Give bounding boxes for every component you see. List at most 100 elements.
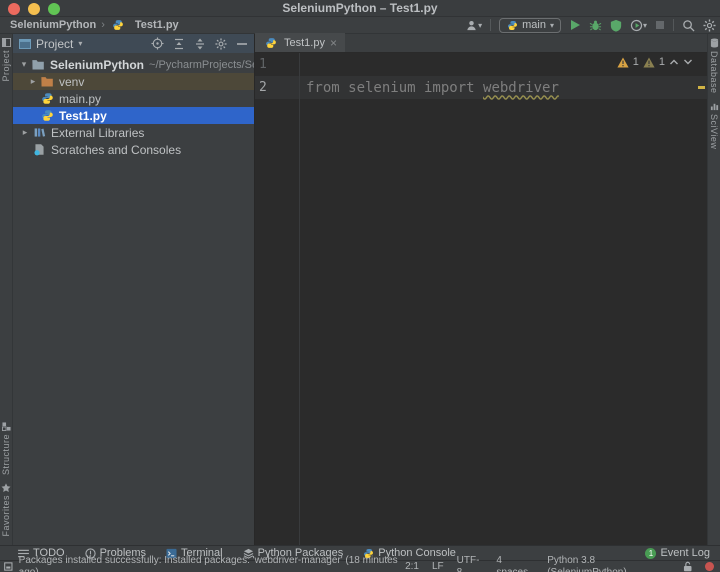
tool-window-project-button[interactable]: Project	[1, 34, 11, 86]
profiler-button[interactable]: ▾	[630, 19, 647, 32]
tree-item-external-libraries[interactable]: ▸ External Libraries	[13, 124, 254, 141]
tab-label: Test1.py	[284, 37, 325, 49]
breadcrumb-project[interactable]: SeleniumPython	[10, 19, 96, 31]
chevron-down-icon: ▾	[478, 21, 482, 30]
next-problem-icon[interactable]	[683, 58, 693, 66]
run-configuration-selector[interactable]: main ▾	[499, 18, 561, 33]
navigation-bar: SeleniumPython › Test1.py ▾ main ▾	[0, 17, 720, 34]
tree-label: Scratches and Consoles	[51, 143, 181, 157]
python-logo-icon	[506, 18, 518, 32]
locate-file-button[interactable]	[151, 37, 164, 50]
highlighting-level-icon[interactable]	[705, 562, 714, 571]
sciview-stripe-label: SciView	[709, 114, 719, 149]
chevron-down-icon: ▾	[550, 21, 554, 30]
workspace: Project Structure Favorites Project ▾	[0, 34, 720, 545]
python-file-icon	[39, 92, 55, 106]
tree-item-test1-py[interactable]: Test1.py	[13, 107, 254, 124]
tree-item-main-py[interactable]: main.py	[13, 90, 254, 107]
project-stripe-label: Project	[1, 50, 11, 82]
settings-gear-icon[interactable]	[703, 19, 716, 32]
title-bar: SeleniumPython – Test1.py	[0, 0, 720, 17]
lock-icon[interactable]	[683, 561, 692, 572]
excluded-folder-icon	[39, 75, 55, 89]
tool-window-favorites-button[interactable]: Favorites	[1, 479, 11, 541]
tool-window-structure-button[interactable]: Structure	[1, 418, 11, 479]
tree-label: venv	[59, 75, 84, 89]
file-encoding[interactable]: UTF-8	[457, 555, 484, 572]
code-import-statement: from selenium import	[306, 80, 483, 96]
collapse-all-button[interactable]	[194, 38, 206, 50]
inspection-widget[interactable]: 1 1	[617, 56, 693, 68]
run-configuration-name: main	[522, 19, 546, 31]
toolbar-separator	[673, 19, 674, 31]
line-separator[interactable]: LF	[432, 561, 444, 572]
tool-window-sciview-button[interactable]: SciView	[709, 98, 719, 153]
breadcrumb-separator-icon: ›	[101, 19, 105, 31]
project-panel-header: Project ▾	[13, 34, 255, 53]
right-tool-stripe: Database SciView	[707, 34, 720, 545]
chevron-right-icon[interactable]: ▸	[19, 127, 31, 138]
chevron-right-icon[interactable]: ▸	[27, 76, 39, 87]
code-with-me-users-button[interactable]: ▾	[465, 19, 482, 32]
editor-line-2[interactable]: 2 from selenium import webdriver	[255, 76, 707, 99]
zoom-window-button[interactable]	[48, 3, 60, 15]
tree-root-path: ~/PycharmProjects/SeleniumPython	[149, 59, 254, 71]
breadcrumb-file[interactable]: Test1.py	[135, 19, 179, 31]
project-window-icon	[19, 38, 31, 50]
breadcrumb: SeleniumPython › Test1.py	[10, 18, 179, 32]
weak-warning-icon	[643, 57, 655, 68]
head-row: Project ▾ Test1.py	[13, 34, 707, 53]
libraries-icon	[31, 126, 47, 140]
structure-stripe-label: Structure	[1, 434, 11, 475]
left-stripe-bottom: Structure Favorites	[1, 418, 11, 545]
tool-window-database-button[interactable]: Database	[709, 34, 719, 98]
python-file-icon	[39, 109, 55, 123]
database-icon	[710, 38, 719, 48]
chevron-down-icon: ▾	[78, 39, 82, 48]
python-file-icon	[110, 18, 126, 32]
code-editor[interactable]: 1 2 from selenium import webdriver 1 1	[255, 53, 707, 545]
left-tool-stripe: Project Structure Favorites	[0, 34, 13, 545]
run-with-coverage-button[interactable]	[610, 19, 622, 32]
status-left: Packages installed successfully: Install…	[0, 555, 405, 572]
close-window-button[interactable]	[8, 3, 20, 15]
debug-button[interactable]	[589, 19, 602, 32]
panel-settings-gear-icon[interactable]	[215, 38, 227, 50]
toolbar-separator	[490, 19, 491, 31]
weak-warning-count: 1	[659, 56, 665, 68]
center-area: Project ▾ Test1.py	[13, 34, 707, 545]
previous-problem-icon[interactable]	[669, 58, 679, 66]
minimize-window-button[interactable]	[28, 3, 40, 15]
stop-button[interactable]	[655, 20, 665, 30]
project-panel-title[interactable]: Project	[36, 37, 73, 51]
tree-label: External Libraries	[51, 126, 144, 140]
hide-panel-button[interactable]	[236, 38, 248, 50]
error-stripe-mark[interactable]	[698, 86, 705, 89]
warning-icon	[617, 57, 629, 68]
tree-item-root[interactable]: ▾ SeleniumPython ~/PycharmProjects/Selen…	[13, 56, 254, 73]
main-toolbar: ▾ main ▾ ▾	[465, 18, 716, 33]
structure-tool-icon	[2, 422, 11, 431]
editor-tab-test1[interactable]: Test1.py ×	[255, 33, 345, 52]
project-tool-icon	[2, 38, 11, 47]
tree-label: main.py	[59, 92, 101, 106]
interpreter-setting[interactable]: Python 3.8 (SeleniumPython)	[547, 555, 670, 572]
expand-all-button[interactable]	[173, 38, 185, 50]
run-button[interactable]	[569, 19, 581, 31]
tab-close-icon[interactable]: ×	[330, 37, 337, 49]
star-icon	[1, 483, 11, 492]
tool-window-switcher-icon[interactable]	[4, 562, 13, 571]
search-everywhere-icon[interactable]	[682, 19, 695, 32]
traffic-lights	[8, 3, 60, 15]
warning-count: 1	[633, 56, 639, 68]
status-message[interactable]: Packages installed successfully: Install…	[19, 555, 405, 572]
status-right: 2:1 LF UTF-8 4 spaces Python 3.8 (Seleni…	[405, 555, 720, 572]
indent-setting[interactable]: 4 spaces	[496, 555, 534, 572]
chevron-down-icon[interactable]: ▾	[18, 59, 30, 70]
tree-item-scratches[interactable]: Scratches and Consoles	[13, 141, 254, 158]
tree-root-label: SeleniumPython	[50, 58, 144, 72]
chevron-down-icon: ▾	[643, 21, 647, 30]
status-bar: Packages installed successfully: Install…	[0, 560, 720, 572]
caret-position[interactable]: 2:1	[405, 561, 419, 572]
tree-item-venv[interactable]: ▸ venv	[13, 73, 254, 90]
